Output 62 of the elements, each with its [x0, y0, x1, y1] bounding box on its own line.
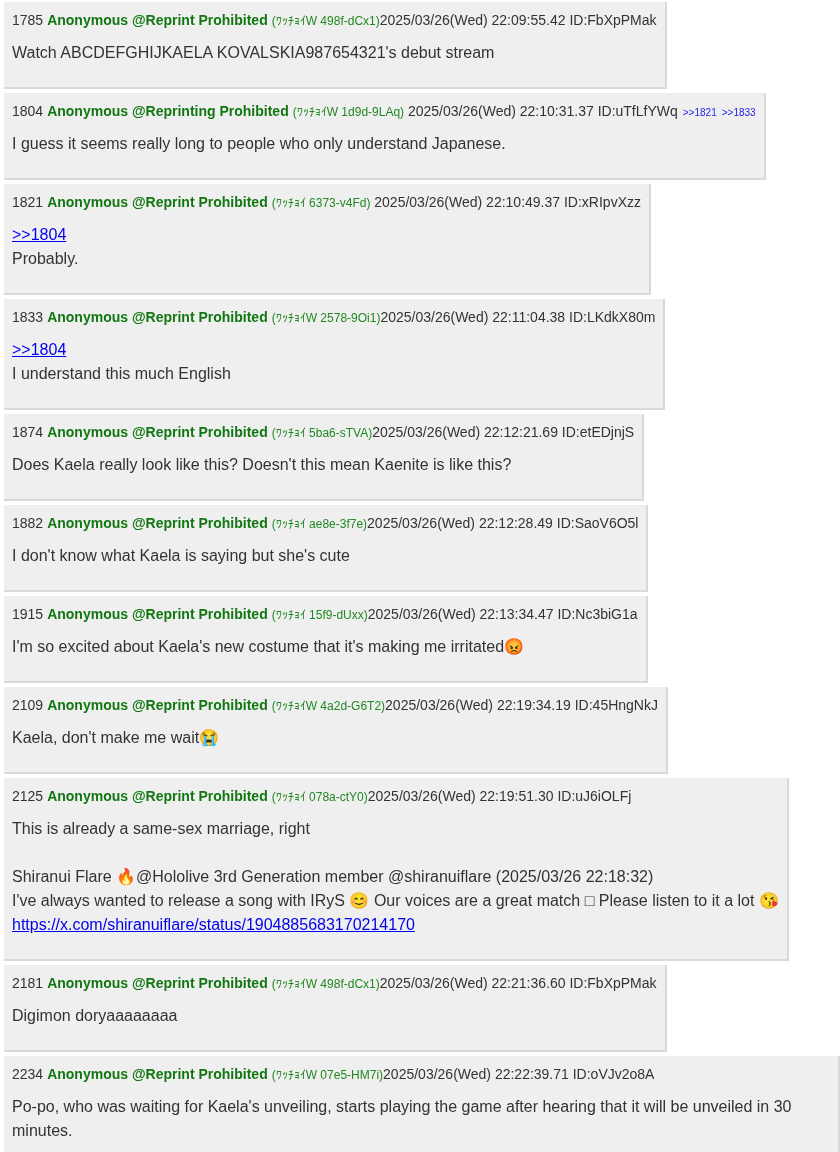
poster-name: Anonymous @Reprint Prohibited: [47, 11, 268, 30]
poster-name: Anonymous @Reprint Prohibited: [47, 423, 268, 442]
post-number: 1785: [12, 11, 44, 30]
post-number: 1804: [12, 102, 44, 121]
post-number: 1915: [12, 605, 44, 624]
post-number: 2181: [12, 974, 44, 993]
reply-link[interactable]: >>1821: [682, 105, 717, 120]
post-text: Probably.: [12, 249, 80, 269]
post-date-id: 2025/03/26(Wed) 22:12:28.49 ID:SaoV6O5l: [367, 514, 639, 533]
post-text: I guess it seems really long to people who only understand Japanese.: [12, 134, 507, 154]
post-date-id: 2025/03/26(Wed) 22:11:04.38 ID:LKdkX80m: [380, 308, 656, 327]
reply-link[interactable]: >>1833: [721, 105, 756, 120]
post-text: Shiranui Flare 🔥@Hololive 3rd Generation member @shiranuiflare (2025/03/26 22:18:32): [12, 867, 655, 887]
post-date-id: 2025/03/26(Wed) 22:12:21.69 ID:etEDjnjS: [372, 423, 635, 442]
tripcode: (ﾜｯﾁｮｲ 6373-v4Fd): [271, 195, 371, 212]
quote-link[interactable]: >>1804: [12, 226, 67, 243]
post-text: I'm so excited about Kaela's new costume that it's making me irritated😡: [12, 637, 526, 657]
url-link[interactable]: https://x.com/shiranuiflare/status/1904885683170214170: [12, 916, 415, 933]
tripcode: (ﾜｯﾁｮｲ 15f9-dUxx): [271, 607, 368, 624]
quote-link[interactable]: >>1804: [12, 341, 67, 358]
post-number: 2234: [12, 1065, 44, 1084]
tripcode: (ﾜｯﾁｮｲW 07e5-HM7i): [271, 1067, 384, 1084]
tripcode: (ﾜｯﾁｮｲW 4a2d-G6T2): [271, 698, 386, 715]
post-date-id: 2025/03/26(Wed) 22:09:55.42 ID:FbXpPMak: [379, 11, 657, 30]
post-number: 2109: [12, 696, 44, 715]
post-text: Does Kaela really look like this? Doesn't this mean Kaenite is like this?: [12, 455, 513, 475]
post-number: 2125: [12, 787, 44, 806]
post-date-id: 2025/03/26(Wed) 22:22:39.71 ID:oVJv2o8A: [383, 1065, 655, 1084]
post-date-id: 2025/03/26(Wed) 22:10:31.37 ID:uTfLfYWq: [406, 102, 678, 121]
post-date-id: 2025/03/26(Wed) 22:10:49.37 ID:xRIpvXzz: [373, 193, 641, 212]
poster-name: Anonymous @Reprinting Prohibited: [47, 102, 289, 121]
post-date-id: 2025/03/26(Wed) 22:21:36.60 ID:FbXpPMak: [379, 974, 657, 993]
poster-name: Anonymous @Reprint Prohibited: [47, 605, 268, 624]
post-text: This is already a same-sex marriage, right: [12, 819, 311, 839]
post-date-id: 2025/03/26(Wed) 22:19:51.30 ID:uJ6iOLFj: [367, 787, 632, 806]
tripcode: (ﾜｯﾁｮｲW 498f-dCx1): [271, 13, 380, 30]
post-date-id: 2025/03/26(Wed) 22:13:34.47 ID:Nc3biG1a: [367, 605, 638, 624]
tripcode: (ﾜｯﾁｮｲ 5ba6-sTVA): [271, 425, 373, 442]
poster-name: Anonymous @Reprint Prohibited: [47, 514, 268, 533]
post-text: I understand this much English: [12, 364, 232, 384]
post-text: Digimon doryaaaaaaaa: [12, 1006, 179, 1026]
post-text: I've always wanted to release a song with IRyS 😊 Our voices are a great match □ Please listen to it a lot 😘: [12, 891, 779, 911]
tripcode: (ﾜｯﾁｮｲW 2578-9Oi1): [271, 310, 381, 327]
tripcode: (ﾜｯﾁｮｲW 1d9d-9LAq): [292, 104, 405, 121]
poster-name: Anonymous @Reprint Prohibited: [47, 1065, 268, 1084]
poster-name: Anonymous @Reprint Prohibited: [47, 787, 268, 806]
post-text: Po-po, who was waiting for Kaela's unveiling, starts playing the game after hearing that it will be unveiled in 30 minutes.: [12, 1097, 793, 1141]
post-number: 1821: [12, 193, 44, 212]
poster-name: Anonymous @Reprint Prohibited: [47, 193, 268, 212]
poster-name: Anonymous @Reprint Prohibited: [47, 308, 268, 327]
post-text: I don't know what Kaela is saying but she's cute: [12, 546, 351, 566]
post-number: 1882: [12, 514, 44, 533]
tripcode: (ﾜｯﾁｮｲW 498f-dCx1): [271, 976, 380, 993]
post-number: 1874: [12, 423, 44, 442]
poster-name: Anonymous @Reprint Prohibited: [47, 696, 268, 715]
poster-name: Anonymous @Reprint Prohibited: [47, 974, 268, 993]
tripcode: (ﾜｯﾁｮｲ ae8e-3f7e): [271, 516, 368, 533]
post-text: Watch ABCDEFGHIJKAELA KOVALSKIA987654321's debut stream: [12, 43, 496, 63]
post-date-id: 2025/03/26(Wed) 22:19:34.19 ID:45HngNkJ: [385, 696, 658, 715]
post-text: Kaela, don't make me wait😭: [12, 728, 221, 749]
tripcode: (ﾜｯﾁｮｲ 078a-ctY0): [271, 789, 368, 806]
post-number: 1833: [12, 308, 44, 327]
